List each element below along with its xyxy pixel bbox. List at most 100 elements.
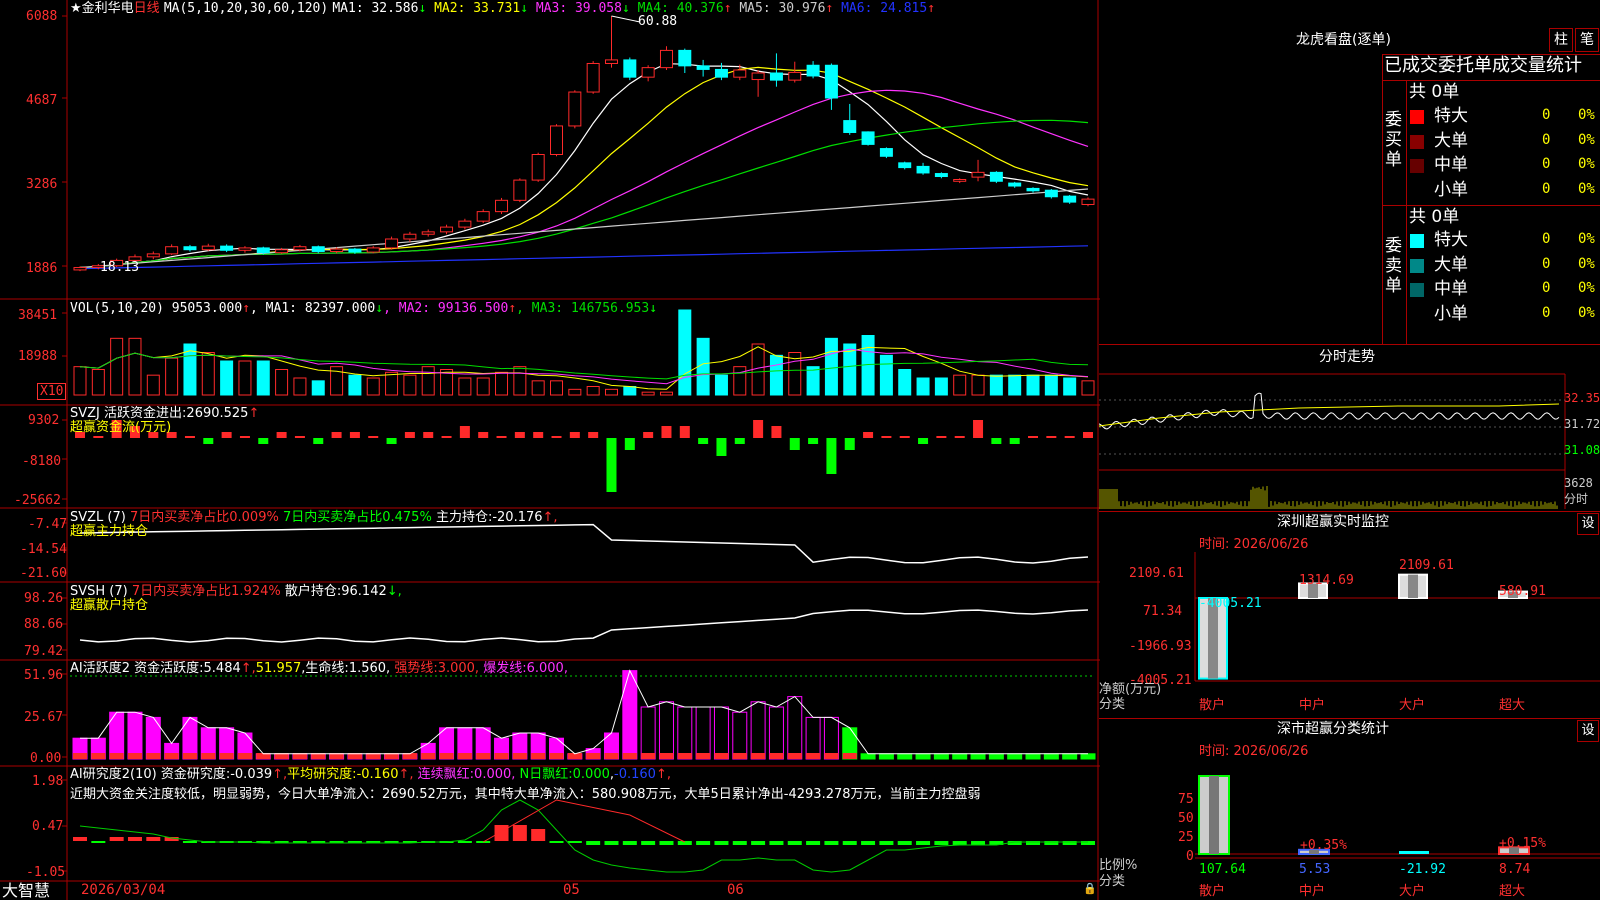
tick-mode-button[interactable]: 笔 — [1575, 28, 1599, 52]
activity-base — [806, 753, 821, 759]
svsh-sub: 超赢散户持仓 — [70, 598, 149, 613]
candle[interactable] — [641, 67, 655, 78]
candle[interactable] — [898, 162, 912, 169]
candle[interactable] — [275, 249, 289, 254]
candle[interactable] — [1044, 189, 1058, 198]
candle[interactable] — [183, 246, 197, 251]
candle[interactable] — [751, 72, 765, 81]
candle[interactable] — [659, 49, 673, 69]
fund-flow-bar — [276, 432, 287, 438]
candle[interactable] — [476, 211, 490, 222]
volume-bar — [311, 380, 325, 396]
intraday-chart[interactable] — [1099, 344, 1600, 514]
order-qty: 0 — [1542, 255, 1551, 272]
candle[interactable] — [696, 65, 710, 70]
candle[interactable] — [220, 245, 234, 251]
candle[interactable] — [788, 71, 802, 81]
fund-flow-bar — [716, 438, 727, 456]
candle[interactable] — [513, 179, 527, 201]
fund-flow-bar — [973, 420, 984, 438]
candle[interactable] — [733, 69, 747, 78]
research-bar — [549, 841, 564, 843]
star-icon[interactable]: ★ — [70, 1, 82, 16]
candle[interactable] — [1008, 182, 1022, 187]
candle[interactable] — [879, 148, 893, 157]
candle[interactable] — [604, 59, 618, 64]
candle[interactable] — [971, 171, 985, 178]
candle[interactable] — [458, 220, 472, 228]
candle[interactable] — [989, 171, 1003, 182]
candle[interactable] — [934, 173, 948, 178]
activity-bar — [622, 670, 638, 760]
candle[interactable] — [256, 247, 270, 254]
candle[interactable] — [769, 72, 783, 81]
candle[interactable] — [531, 154, 545, 181]
order-type-label: 中单 — [1434, 279, 1468, 299]
activity-base — [714, 753, 729, 759]
candle[interactable] — [165, 246, 179, 255]
footer-date: 2026/03/04 — [81, 882, 166, 898]
left-chart-area: ★金利华电日线 MA(5,10,20,30,60,120) MA1: 32.58… — [0, 0, 1100, 900]
candle[interactable] — [1081, 198, 1095, 205]
candle[interactable] — [623, 59, 637, 78]
order-pct: 0% — [1578, 231, 1595, 247]
candle[interactable] — [348, 248, 362, 253]
lock-icon[interactable]: 🔒 — [1083, 881, 1097, 896]
volume-bar — [238, 360, 252, 396]
activity-bar — [970, 753, 986, 760]
candle[interactable] — [916, 165, 930, 174]
ai1-v3: 1.560 — [348, 661, 387, 676]
ma-values: MA1: 32.586↓ MA2: 33.731↓ MA3: 39.058↓ M… — [332, 1, 935, 16]
candle[interactable] — [330, 248, 344, 252]
bar-mode-button[interactable]: 柱 — [1549, 28, 1573, 52]
ai1-header: AI活跃度2 资金活跃度:5.484↑,51.957,生命线:1.560, 强势… — [70, 661, 568, 676]
candle[interactable] — [495, 199, 509, 213]
activity-bar — [787, 696, 803, 760]
candle[interactable] — [586, 62, 600, 93]
kline-chart[interactable] — [0, 0, 1100, 900]
candle[interactable] — [861, 131, 875, 145]
period-label[interactable]: 日线 — [134, 1, 160, 16]
svzl-arrow: ↑, — [542, 510, 558, 525]
candle[interactable] — [568, 91, 582, 127]
candle[interactable] — [311, 246, 325, 252]
fund-flow-bar — [496, 436, 507, 438]
candle[interactable] — [1026, 187, 1040, 192]
order-pct: 0% — [1578, 107, 1595, 123]
fund-flow-bar — [203, 438, 214, 444]
research-bar — [787, 841, 802, 845]
candle[interactable] — [440, 226, 454, 233]
candle[interactable] — [421, 231, 435, 235]
volume-bar — [1008, 374, 1022, 396]
volume-bar — [146, 374, 160, 396]
candle[interactable] — [201, 245, 215, 251]
candle[interactable] — [806, 64, 820, 77]
volume-bar — [220, 360, 234, 396]
candle[interactable] — [366, 247, 380, 253]
candle[interactable] — [1063, 195, 1077, 203]
candle[interactable] — [385, 238, 399, 249]
candle[interactable] — [293, 246, 307, 251]
volume-bar — [1044, 374, 1058, 396]
ai2-label: AI研究度2(10) — [70, 767, 157, 782]
vol-unit-badge[interactable]: X10 — [37, 383, 67, 400]
candle[interactable] — [843, 120, 857, 133]
candle[interactable] — [678, 49, 692, 67]
candle[interactable] — [403, 233, 417, 240]
candle[interactable] — [824, 64, 838, 99]
volume-bar — [128, 337, 142, 396]
order-type-label: 中单 — [1434, 155, 1468, 175]
lhb-title: 龙虎看盘(逐单) — [1296, 32, 1391, 48]
candle[interactable] — [714, 68, 728, 78]
candle[interactable] — [146, 253, 160, 258]
candle[interactable] — [953, 178, 967, 182]
candle[interactable] — [238, 247, 252, 251]
candle[interactable] — [550, 125, 564, 156]
volume-bar — [201, 352, 215, 396]
fund-flow-bar — [991, 438, 1002, 444]
research-bar — [127, 837, 142, 841]
candle[interactable] — [73, 267, 87, 271]
order-color-swatch — [1410, 183, 1424, 198]
ai1-y-1: 25.67 — [24, 710, 64, 725]
svzl-header: SVZL (7) 7日内买卖净占比0.009% 7日内买卖净占比0.475% 主… — [70, 510, 558, 525]
